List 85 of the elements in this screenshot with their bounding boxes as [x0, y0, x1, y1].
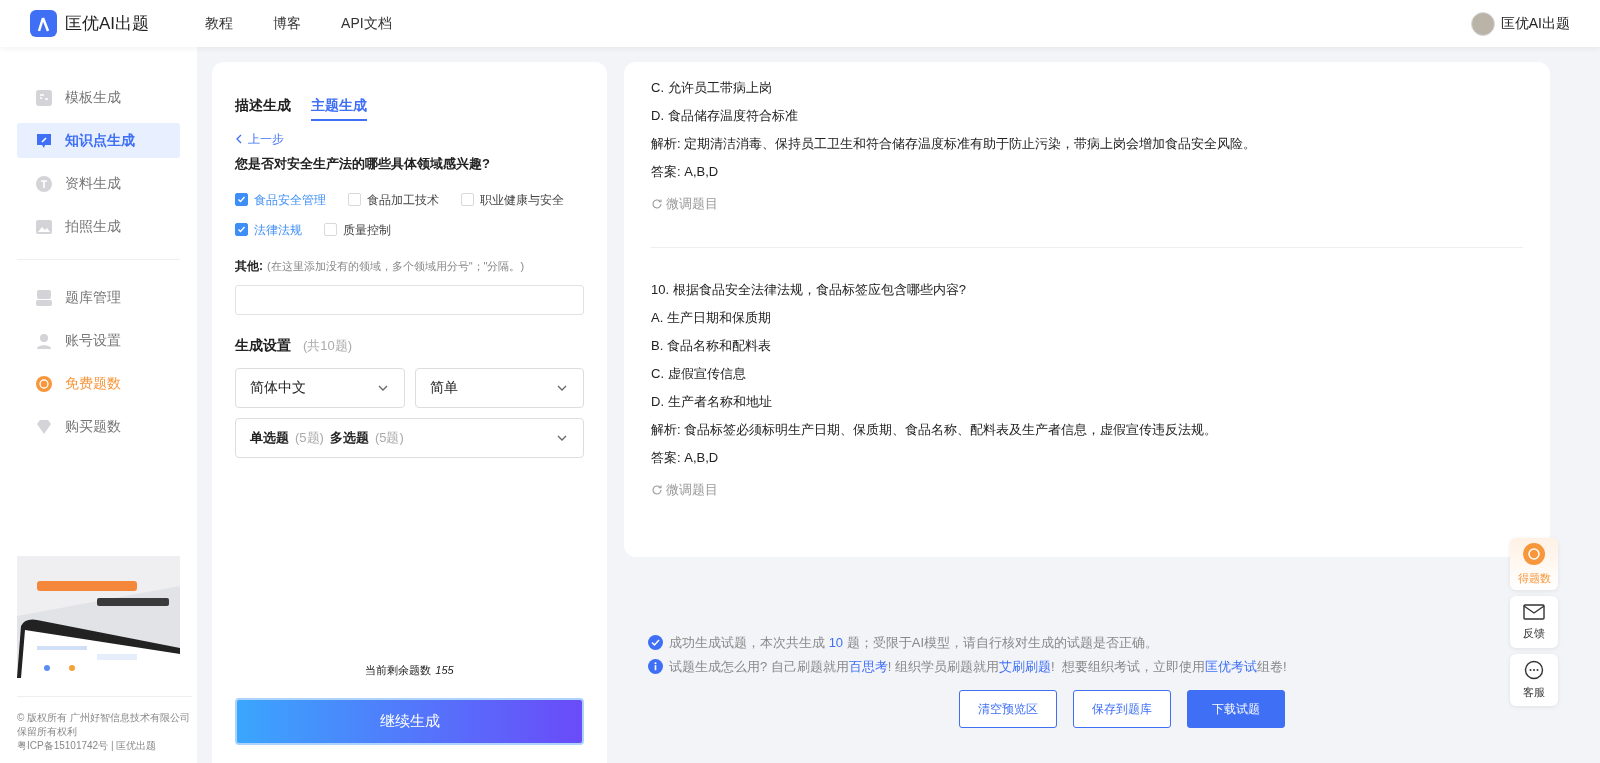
question-line: 解析: 定期清洁消毒、保持员工卫生和符合储存温度标准有助于防止污染，带病上岗会增加食品安全风险。: [651, 135, 1258, 153]
field-label: 其他:: [235, 257, 263, 275]
sidebar-item[interactable]: 拍照生成: [17, 209, 180, 244]
nav-link[interactable]: API文档: [341, 13, 392, 34]
option-label[interactable]: 食品安全管理: [254, 190, 326, 209]
brand-name: 匡优AI出题: [65, 12, 150, 35]
chat-icon: [35, 131, 53, 150]
back-link[interactable]: 上一步: [235, 130, 284, 148]
sidebar-item[interactable]: 知识点生成: [17, 123, 180, 158]
option-label[interactable]: 食品加工技术: [367, 190, 439, 209]
option-label[interactable]: 职业健康与安全: [480, 190, 564, 209]
footer-text: © 版权所有 广州好智信息技术有限公司: [17, 711, 191, 725]
template-icon: [35, 88, 53, 107]
action-button[interactable]: 清空预览区: [959, 690, 1057, 728]
remaining-count: 155: [435, 662, 454, 678]
nav-link[interactable]: 教程: [205, 13, 234, 34]
count-text: (共10题): [303, 336, 353, 355]
question-text: 您是否对安全生产法的哪些具体领域感兴趣?: [235, 155, 491, 173]
type-count: (5题): [374, 428, 404, 447]
nav-link[interactable]: 博客: [273, 13, 302, 34]
question-line: D. 生产者名称和地址: [651, 393, 773, 411]
section-title: 生成设置: [235, 335, 291, 355]
note-text: 试题生成怎么用? 自己刷题就用百思考! 组织学员刷题就用艾刷刷题! 想要组织考试，立即使用匡优考试组卷!: [669, 657, 1287, 676]
checkmark-icon: [237, 225, 246, 234]
refresh-icon: [651, 484, 663, 496]
question-line: D. 食品储存温度符合标准: [651, 107, 799, 125]
link[interactable]: 匡优考试: [1204, 658, 1257, 674]
sidebar-item[interactable]: 购买题数: [17, 409, 180, 444]
difficulty-select[interactable]: 简单: [414, 367, 584, 408]
option-label[interactable]: 法律法规: [254, 220, 302, 239]
coin-icon: [1522, 541, 1546, 566]
type-name: 多选题: [329, 428, 369, 447]
check-circle-icon: [648, 635, 663, 651]
sidebar-item[interactable]: 账号设置: [17, 323, 180, 358]
info-icon: [648, 658, 663, 674]
note-text: 成功生成试题，本次共生成 10 题；受限于AI模型，请自行核对生成的试题是否正确。: [669, 634, 1158, 652]
input-field[interactable]: [235, 284, 584, 315]
continue-button[interactable]: 继续生成: [235, 698, 584, 745]
question-line: B. 食品名称和配料表: [651, 337, 772, 355]
action-button[interactable]: 保存到题库: [1073, 690, 1171, 728]
refresh-icon: [651, 198, 663, 210]
avatar[interactable]: [1470, 11, 1495, 36]
footer-text: 粤ICP备15101742号 | 匡优出题: [17, 739, 158, 753]
refine-button[interactable]: 微调题目: [651, 476, 718, 504]
link[interactable]: 艾刷刷题: [999, 658, 1052, 674]
tab[interactable]: 主题生成: [311, 95, 367, 121]
option-label[interactable]: 质量控制: [343, 220, 391, 239]
question-line: A. 生产日期和保质期: [651, 309, 772, 327]
checkbox[interactable]: [235, 193, 248, 206]
float-button[interactable]: 反馈: [1510, 596, 1558, 648]
question-line: 10. 根据食品安全法律法规，食品标签应包含哪些内容?: [651, 281, 967, 299]
checkbox[interactable]: [235, 223, 248, 236]
checkmark-icon: [237, 195, 246, 204]
sidebar-item[interactable]: 题库管理: [17, 280, 180, 315]
float-button[interactable]: 客服: [1510, 654, 1558, 706]
logo-icon: [30, 10, 57, 37]
link[interactable]: 10: [828, 635, 844, 650]
type-count: (5题): [295, 428, 324, 447]
chevron-left-icon: [235, 134, 243, 144]
question-line: 答案: A,B,D: [651, 163, 720, 181]
mail-icon: [1523, 602, 1545, 621]
question-line: 答案: A,B,D: [651, 449, 720, 467]
question-line: 解析: 食品标签必须标明生产日期、保质期、食品名称、配料表及生产者信息，虚假宣传违反法规。: [651, 421, 1219, 439]
coin-icon: [35, 374, 53, 393]
gem-icon: [35, 417, 53, 436]
remaining-label: 当前剩余题数: [365, 662, 432, 678]
tab[interactable]: 描述生成: [235, 95, 291, 121]
sidebar-item[interactable]: 模板生成: [17, 80, 180, 115]
hint-text: (在这里添加没有的领域，多个领域用分号"；"分隔。): [267, 258, 525, 274]
stack-icon: [35, 288, 53, 307]
type-name: 单选题: [250, 428, 289, 447]
chat-icon: [1524, 659, 1544, 680]
image-icon: [35, 217, 53, 236]
question-line: C. 允许员工带病上岗: [651, 79, 773, 97]
action-button[interactable]: 下载试题: [1187, 690, 1285, 728]
language-select[interactable]: 简体中文: [235, 367, 405, 408]
user-name[interactable]: 匡优AI出题: [1500, 13, 1570, 34]
text-icon: [35, 174, 53, 193]
question-line: C. 虚假宣传信息: [651, 365, 747, 383]
sidebar-item[interactable]: 资料生成: [17, 166, 180, 201]
link[interactable]: 百思考: [848, 658, 888, 674]
footer-text: 保留所有权利: [17, 725, 78, 739]
user-icon: [35, 331, 53, 350]
type-select[interactable]: 单选题 (5题) 多选题 (5题): [235, 417, 584, 458]
refine-button[interactable]: 微调题目: [651, 190, 718, 218]
